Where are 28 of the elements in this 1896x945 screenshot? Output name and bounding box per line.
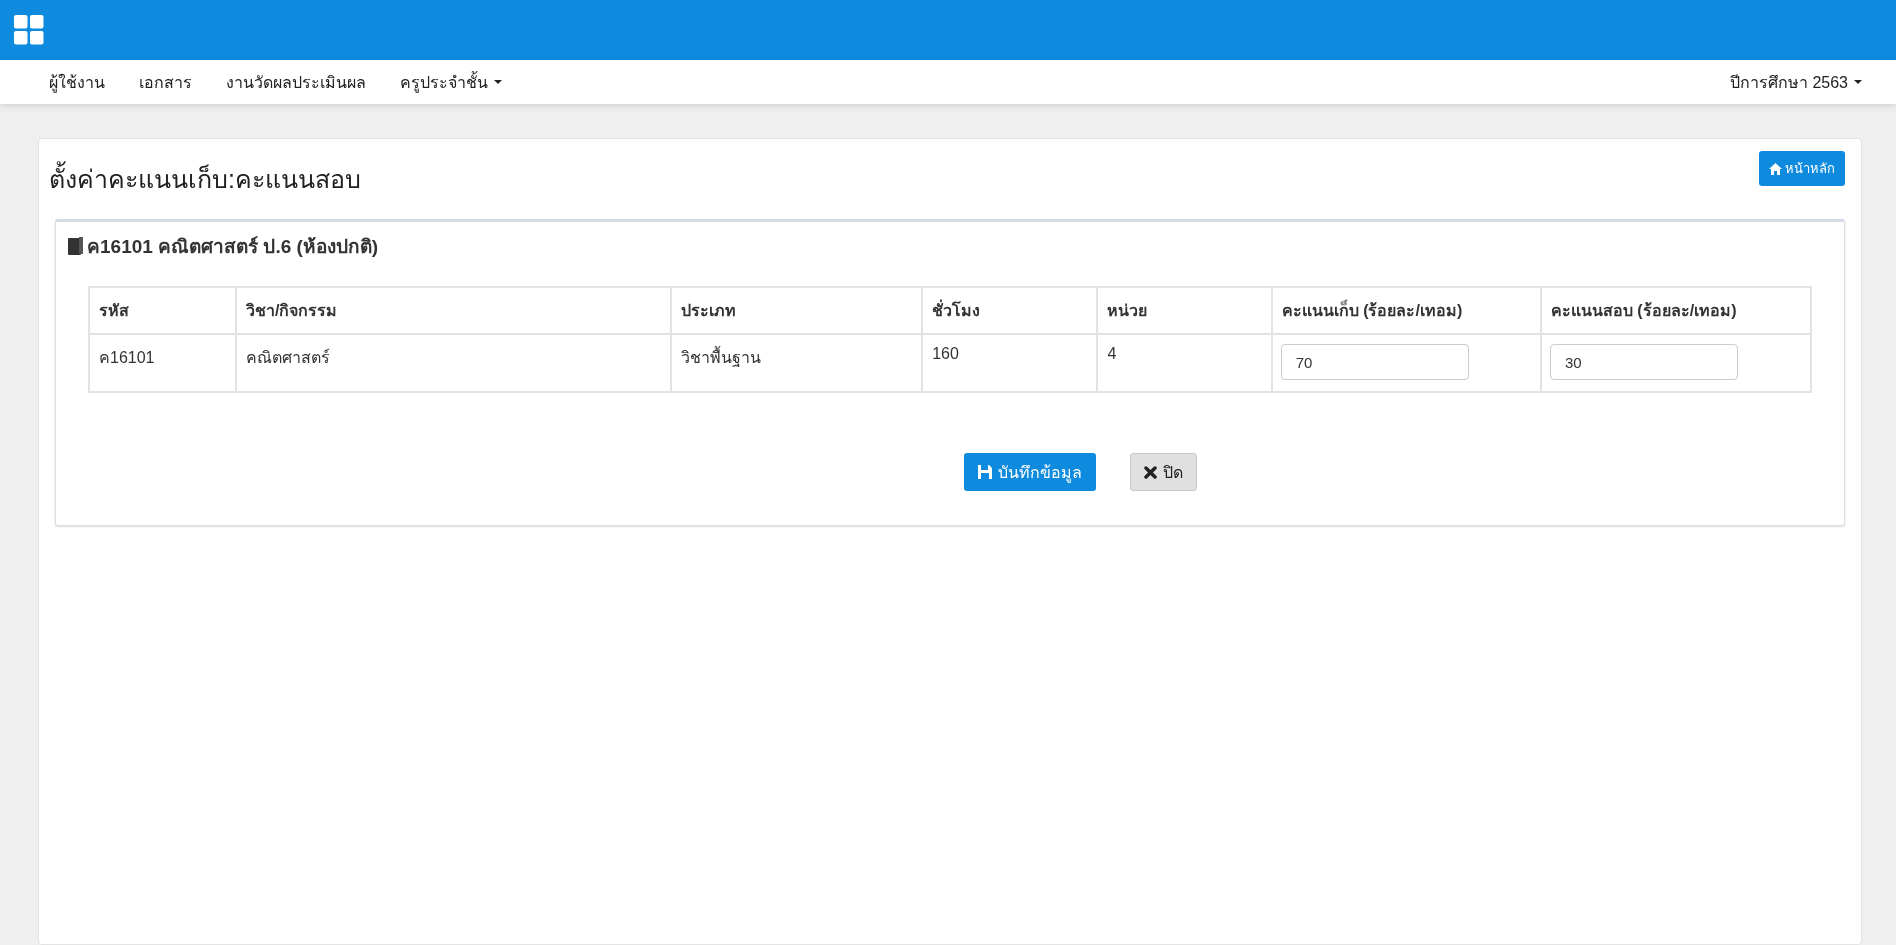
page-title: ตั้งค่าคะแนนเก็บ:คะแนนสอบ	[49, 159, 361, 199]
column-header: คะแนนเก็บ (ร้อยละ/เทอม)	[1271, 287, 1541, 334]
panel-heading: ค16101 คณิตศาสตร์ ป.6 (ห้องปกติ)	[87, 235, 379, 259]
table-cell: วิชาพื้นฐาน	[670, 334, 923, 392]
column-header: รหัส	[89, 287, 236, 334]
book-icon	[68, 237, 83, 255]
nav-link[interactable]: ครูประจำชั้น	[383, 69, 519, 95]
year-dropdown[interactable]: ปีการศึกษา 2563	[1729, 69, 1862, 95]
column-header: คะแนนสอบ (ร้อยละ/เทอม)	[1540, 287, 1811, 334]
close-button[interactable]: ปิด	[1129, 453, 1197, 491]
home-icon	[1769, 162, 1782, 175]
score-input[interactable]: 30	[1549, 344, 1738, 380]
table-cell: คณิตศาสตร์	[235, 334, 671, 392]
table-cell: 4	[1097, 334, 1272, 392]
score-input[interactable]: 70	[1280, 344, 1469, 380]
column-header: ชั่วโมง	[922, 287, 1098, 334]
grid-icon[interactable]	[14, 15, 44, 45]
nav-link[interactable]: เอกสาร	[122, 69, 209, 95]
nav-link[interactable]: งานวัดผลประเมินผล	[209, 69, 383, 95]
table-cell: 160	[922, 334, 1098, 392]
table-cell: ค16101	[89, 334, 236, 392]
save-button[interactable]: บันทึกข้อมูล	[963, 453, 1096, 491]
close-icon	[1143, 465, 1157, 479]
column-header: วิชา/กิจกรรม	[235, 287, 671, 334]
nav-link[interactable]: ผู้ใช้งาน	[32, 69, 122, 95]
column-header: หน่วย	[1097, 287, 1272, 334]
column-header: ประเภท	[670, 287, 923, 334]
home-button[interactable]: หน้าหลัก	[1759, 151, 1845, 186]
